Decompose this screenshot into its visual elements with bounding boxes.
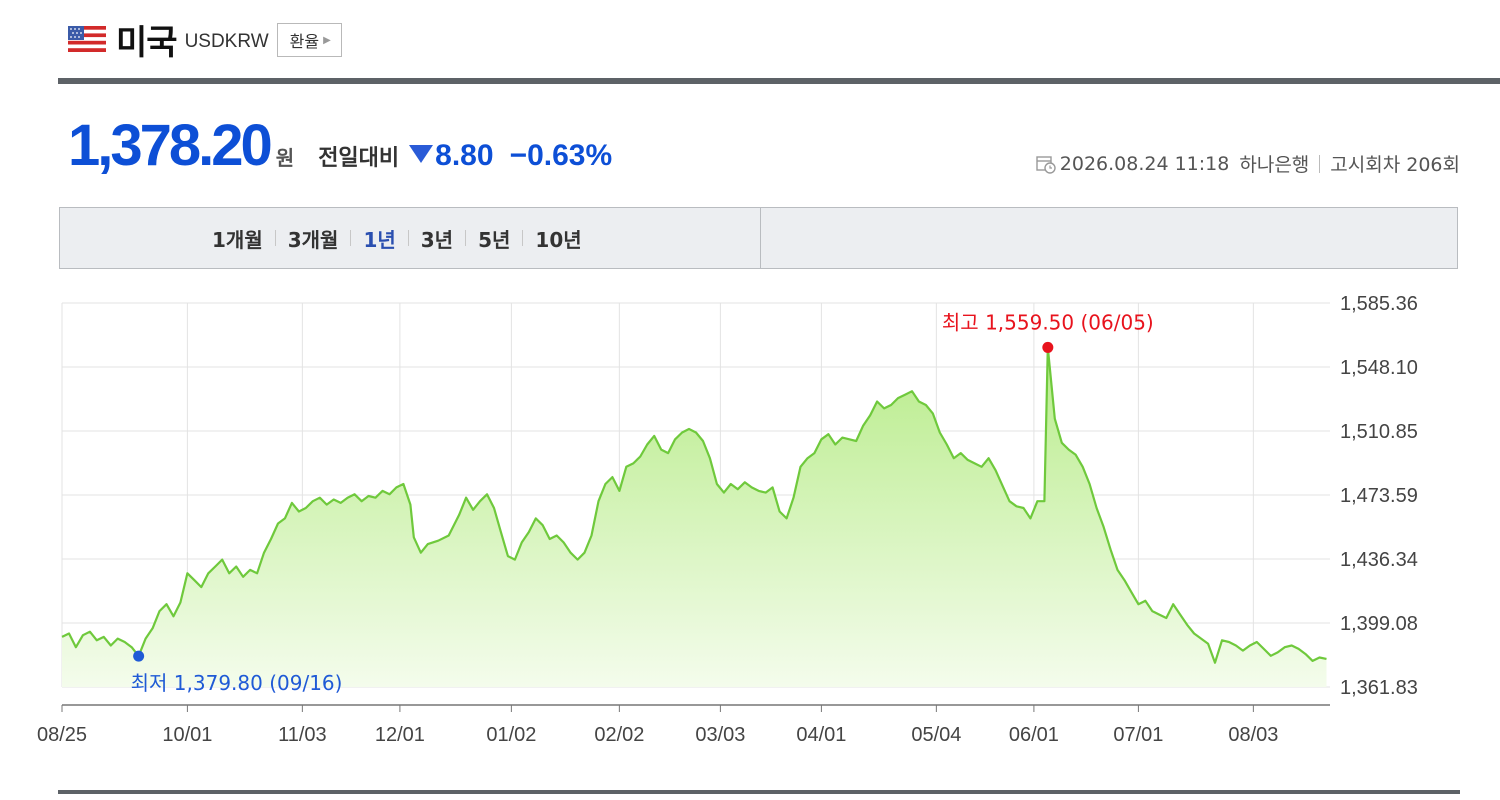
- y-tick-label: 1,361.83: [1340, 677, 1418, 699]
- high-point-marker: [1042, 341, 1054, 353]
- x-tick-label: 11/03: [278, 724, 327, 746]
- currency-code: USDKRW: [184, 31, 269, 52]
- x-tick-label: 10/01: [162, 724, 212, 746]
- low-point-marker: [133, 650, 145, 662]
- x-tick-label: 03/03: [695, 724, 745, 746]
- tab-period-5[interactable]: 10년: [523, 224, 593, 253]
- tab-period-1[interactable]: 3개월: [276, 224, 351, 253]
- tab-period-0[interactable]: 1개월: [200, 224, 275, 253]
- compare-label: 전일대비: [318, 146, 400, 171]
- down-triangle-icon: [409, 145, 434, 163]
- x-tick-label: 07/01: [1113, 724, 1163, 746]
- fx-rate-button-label: 환율: [289, 32, 320, 51]
- x-tick-label: 01/02: [486, 724, 536, 746]
- price-summary: 1,378.20 원 전일대비 8.80 −0.63%: [68, 112, 612, 182]
- page-header: 미국 USDKRW 환율 ▶: [68, 14, 342, 64]
- x-tick-label: 08/03: [1228, 724, 1278, 746]
- period-tabs: 1개월 3개월 1년 3년 5년 10년: [59, 207, 1458, 269]
- top-divider: [58, 78, 1500, 84]
- x-tick-label: 04/01: [796, 724, 846, 746]
- notice-round: 고시회차 206회: [1330, 154, 1460, 176]
- price-change-percent: −0.63%: [509, 139, 613, 172]
- high-point-label: 최고 1,559.50 (06/05): [942, 310, 1154, 334]
- meta-separator: [1319, 154, 1321, 173]
- low-point-label: 최저 1,379.80 (09/16): [131, 671, 343, 695]
- y-tick-label: 1,399.08: [1340, 613, 1418, 635]
- x-tick-label: 02/02: [594, 724, 644, 746]
- quote-datetime: 2026.08.24 11:18: [1059, 152, 1230, 175]
- y-tick-label: 1,436.34: [1340, 549, 1418, 571]
- price-unit: 원: [275, 146, 295, 170]
- quote-meta: 2026.08.24 11:18 하나은행 고시회차 206회: [1036, 150, 1460, 177]
- chevron-right-icon: ▶: [323, 34, 331, 46]
- current-price: 1,378.20: [68, 113, 273, 178]
- bottom-divider: [58, 790, 1460, 794]
- price-change: 8.80: [435, 139, 494, 172]
- period-tab-list: 1개월 3개월 1년 3년 5년 10년: [200, 208, 594, 268]
- tab-period-4[interactable]: 5년: [466, 224, 522, 253]
- tab-period-3[interactable]: 3년: [409, 224, 465, 253]
- y-tick-label: 1,510.85: [1340, 421, 1418, 443]
- us-flag-icon: [68, 26, 106, 52]
- tab-period-2[interactable]: 1년: [351, 224, 407, 253]
- x-tick-label: 06/01: [1009, 724, 1059, 746]
- tab-bar-divider: [760, 208, 761, 268]
- fx-rate-button[interactable]: 환율 ▶: [276, 23, 342, 57]
- x-tick-label: 05/04: [911, 724, 961, 746]
- series-area: [62, 347, 1327, 687]
- x-tick-label: 08/25: [37, 724, 87, 746]
- x-tick-label: 12/01: [375, 724, 425, 746]
- y-tick-label: 1,473.59: [1340, 485, 1418, 507]
- exchange-rate-chart: 1,585.36 1,548.10 1,510.85 1,473.59 1,436.34…: [37, 293, 1418, 746]
- y-tick-label: 1,585.36: [1340, 293, 1418, 315]
- calendar-clock-icon: [1036, 155, 1056, 174]
- country-name: 미국: [116, 22, 178, 63]
- y-tick-label: 1,548.10: [1340, 357, 1418, 379]
- quote-bank: 하나은행: [1239, 154, 1310, 176]
